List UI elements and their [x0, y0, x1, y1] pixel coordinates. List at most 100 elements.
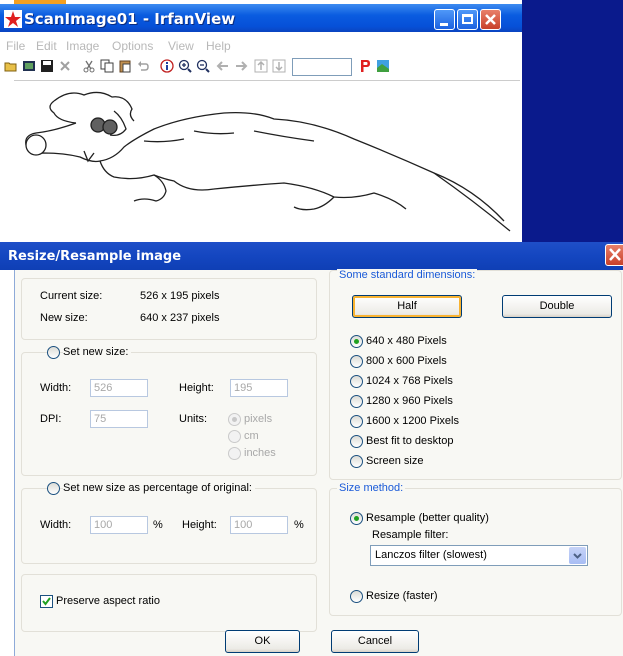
toolbar: [0, 56, 522, 78]
open-folder-icon[interactable]: [4, 59, 18, 73]
delete-icon[interactable]: [58, 59, 72, 73]
dialog-title: Resize/Resample image: [8, 249, 182, 264]
dialog-titlebar[interactable]: Resize/Resample image: [0, 242, 623, 270]
size-info-group: Current size: 526 x 195 pixels New size:…: [21, 278, 317, 340]
irfanview-window: ScanImage01 - IrfanView File Edit Image …: [0, 0, 522, 250]
standard-dimensions-group: Some standard dimensions: Half Double 64…: [329, 269, 622, 480]
print-icon[interactable]: [358, 59, 372, 73]
toolbar-text-field[interactable]: [292, 58, 352, 76]
set-new-size-radio[interactable]: [47, 346, 60, 359]
half-button[interactable]: Half: [352, 295, 462, 318]
copy-icon[interactable]: [100, 59, 114, 73]
rat-drawing-image: [25, 91, 511, 232]
menu-image[interactable]: Image: [66, 39, 99, 53]
current-size-label: Current size:: [40, 290, 103, 302]
cut-icon[interactable]: [82, 59, 96, 73]
percent-width-input[interactable]: 100: [90, 516, 148, 534]
resample-filter-value: Lanczos filter (slowest): [375, 549, 487, 561]
menu-edit[interactable]: Edit: [36, 39, 57, 53]
dim-1024-label: 1024 x 768 Pixels: [366, 375, 453, 387]
image-canvas: [14, 80, 520, 243]
resample-filter-label: Resample filter:: [372, 529, 449, 541]
width-label: Width:: [40, 382, 72, 394]
dpi-input[interactable]: 75: [90, 410, 148, 428]
resize-radio[interactable]: [350, 590, 363, 603]
percentage-label: Set new size as percentage of original:: [63, 482, 255, 494]
dialog-close-button[interactable]: [605, 244, 623, 266]
percent-height-unit: %: [294, 519, 304, 531]
new-size-value: 640 x 237 pixels: [140, 312, 220, 324]
best-fit-radio[interactable]: [350, 435, 363, 448]
first-image-icon[interactable]: [254, 59, 268, 73]
dim-1280-radio[interactable]: [350, 395, 363, 408]
preserve-aspect-group: Preserve aspect ratio: [21, 574, 317, 632]
previous-icon[interactable]: [216, 59, 230, 73]
best-fit-label: Best fit to desktop: [366, 435, 454, 447]
dialog-body: Current size: 526 x 195 pixels New size:…: [14, 269, 623, 656]
unit-inches-radio[interactable]: [228, 447, 241, 460]
ok-button[interactable]: OK: [225, 630, 300, 653]
info-icon[interactable]: [160, 59, 174, 73]
irfanview-app-icon: [4, 10, 22, 28]
unit-pixels-radio[interactable]: [228, 413, 241, 426]
resample-label: Resample (better quality): [366, 512, 489, 524]
zoom-in-icon[interactable]: [178, 59, 192, 73]
undo-icon[interactable]: [136, 59, 150, 73]
paint-icon[interactable]: [376, 59, 390, 73]
menu-help[interactable]: Help: [206, 39, 231, 53]
dim-640-radio[interactable]: [350, 335, 363, 348]
width-input[interactable]: 526: [90, 379, 148, 397]
dpi-label: DPI:: [40, 413, 62, 425]
maximize-button[interactable]: [457, 9, 478, 30]
set-new-size-group: Set new size: Width: 526 Height: 195 DPI…: [21, 346, 317, 476]
screen-size-radio[interactable]: [350, 455, 363, 468]
paste-icon[interactable]: [118, 59, 132, 73]
zoom-out-icon[interactable]: [196, 59, 210, 73]
double-button[interactable]: Double: [502, 295, 612, 318]
chevron-down-icon[interactable]: [569, 547, 586, 564]
slideshow-icon[interactable]: [22, 59, 36, 73]
unit-cm-radio[interactable]: [228, 430, 241, 443]
menu-options[interactable]: Options: [112, 39, 153, 53]
percent-height-label: Height:: [182, 519, 217, 531]
menu-file[interactable]: File: [6, 39, 25, 53]
height-input[interactable]: 195: [230, 379, 288, 397]
percentage-group: Set new size as percentage of original: …: [21, 482, 317, 564]
size-method-label: Size method:: [337, 482, 406, 494]
cancel-button[interactable]: Cancel: [331, 630, 419, 653]
close-icon: [485, 14, 496, 25]
size-method-group: Size method: Resample (better quality) R…: [329, 482, 622, 616]
minimize-button[interactable]: [434, 9, 455, 30]
irfanview-title: ScanImage01 - IrfanView: [24, 10, 236, 28]
percent-height-input[interactable]: 100: [230, 516, 288, 534]
height-label: Height:: [179, 382, 214, 394]
dim-1600-label: 1600 x 1200 Pixels: [366, 415, 459, 427]
set-new-size-label: Set new size:: [63, 346, 132, 358]
resample-filter-dropdown[interactable]: Lanczos filter (slowest): [370, 545, 588, 566]
preserve-aspect-checkbox[interactable]: [40, 595, 53, 608]
resize-resample-dialog: Resize/Resample image Current size: 526 …: [0, 242, 623, 656]
resample-radio[interactable]: [350, 512, 363, 525]
irfanview-titlebar[interactable]: ScanImage01 - IrfanView: [0, 4, 522, 32]
dim-800-radio[interactable]: [350, 355, 363, 368]
screen-size-label: Screen size: [366, 455, 424, 467]
unit-pixels-label: pixels: [244, 413, 273, 425]
menu-view[interactable]: View: [168, 39, 194, 53]
unit-inches-label: inches: [244, 447, 276, 459]
new-size-label: New size:: [40, 312, 88, 324]
close-button[interactable]: [480, 9, 501, 30]
dim-1600-radio[interactable]: [350, 415, 363, 428]
checkmark-icon: [42, 597, 51, 606]
percent-width-label: Width:: [40, 519, 72, 531]
standard-dimensions-label: Some standard dimensions:: [337, 269, 478, 281]
percentage-radio[interactable]: [47, 482, 60, 495]
units-label: Units:: [179, 413, 208, 425]
last-image-icon[interactable]: [272, 59, 286, 73]
next-icon[interactable]: [234, 59, 248, 73]
dim-1024-radio[interactable]: [350, 375, 363, 388]
close-icon: [609, 248, 621, 261]
resize-label: Resize (faster): [366, 590, 438, 602]
save-icon[interactable]: [40, 59, 54, 73]
unit-cm-label: cm: [244, 430, 259, 442]
percent-width-unit: %: [153, 519, 163, 531]
